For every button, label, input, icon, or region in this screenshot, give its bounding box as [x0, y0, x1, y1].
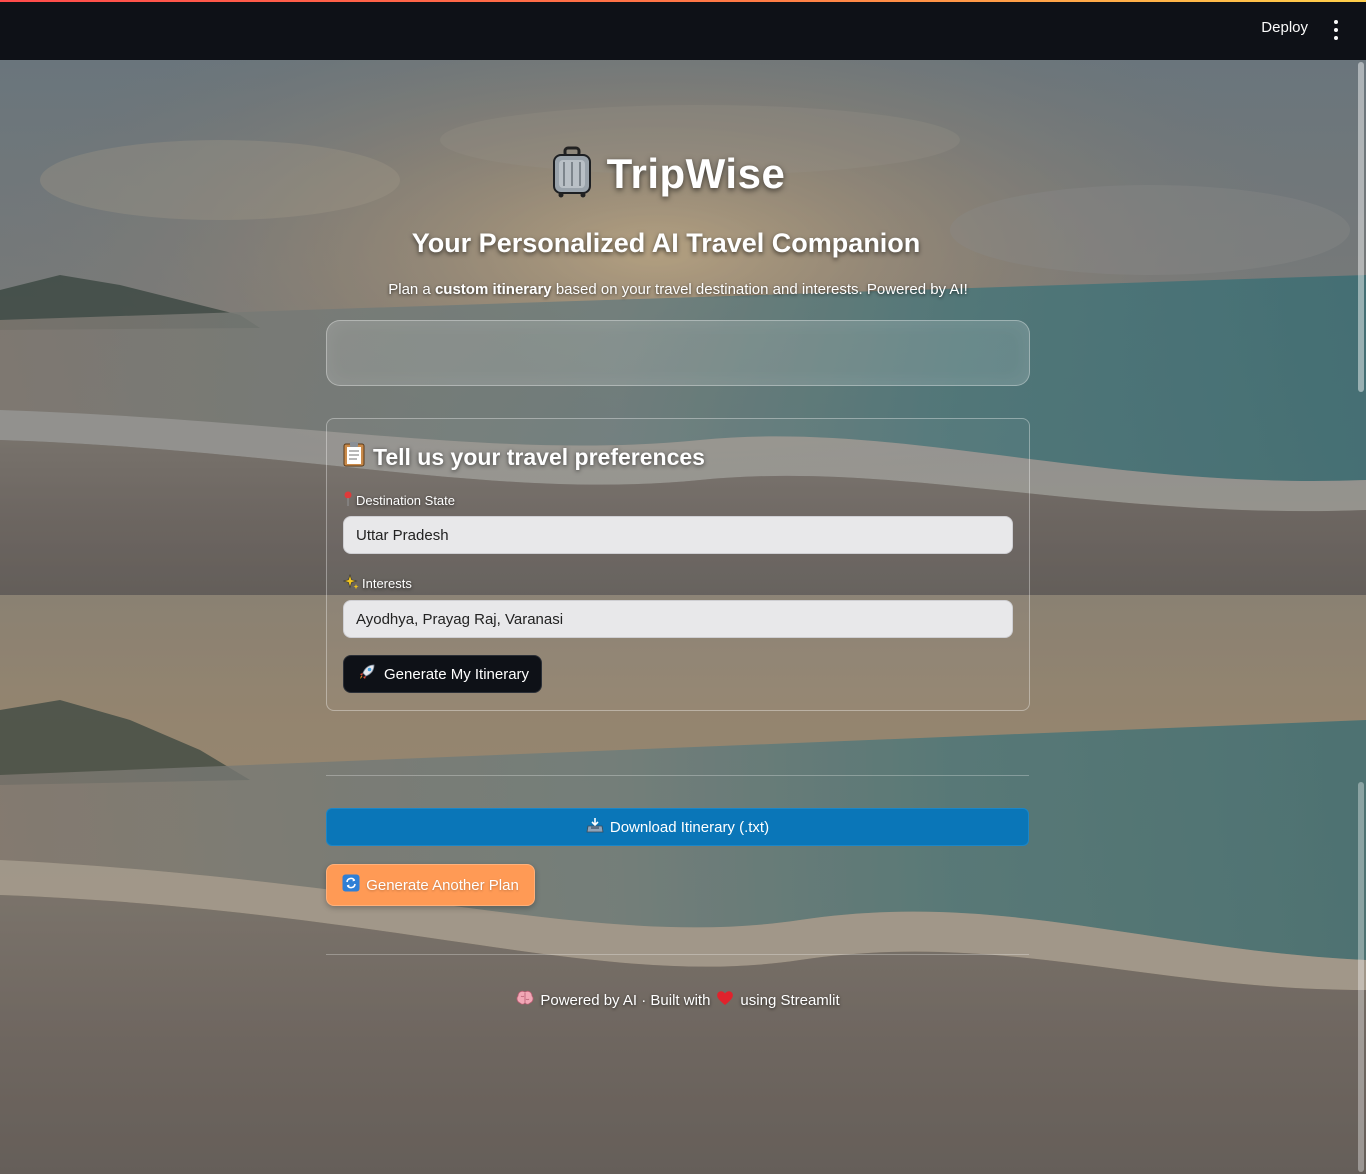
destination-label: Destination State [343, 491, 455, 510]
inbox-tray-icon [586, 817, 604, 837]
suitcase-icon [551, 146, 593, 202]
generate-another-plan-button[interactable]: Generate Another Plan [326, 864, 535, 906]
app-header: Deploy [0, 0, 1366, 60]
app-title: TripWise [606, 150, 786, 197]
main-content: TripWise Your Personalized AI Travel Com… [0, 0, 1366, 1174]
kebab-menu-icon[interactable] [1332, 20, 1340, 40]
brain-icon [516, 990, 534, 1010]
footer-text-after: using Streamlit [740, 991, 840, 1009]
interests-label-text: Interests [362, 576, 412, 591]
rocket-icon [358, 663, 376, 685]
tagline-bold: custom itinerary [434, 281, 552, 298]
divider-footer [326, 954, 1029, 955]
pin-icon [343, 491, 353, 510]
heart-icon [716, 990, 734, 1010]
download-itinerary-button[interactable]: Download Itinerary (.txt) [326, 808, 1029, 846]
app-subtitle: Your Personalized AI Travel Companion [411, 228, 921, 258]
glass-info-panel [326, 320, 1030, 386]
interests-label: Interests [342, 574, 412, 593]
form-heading-text: Tell us your travel preferences [373, 443, 705, 470]
destination-input[interactable] [343, 516, 1013, 554]
generate-itinerary-label: Generate My Itinerary [384, 665, 530, 683]
sparkles-icon [342, 574, 359, 593]
footer: Powered by AI · Built with using Streaml… [0, 990, 1356, 1010]
generate-another-plan-label: Generate Another Plan [366, 876, 519, 894]
deploy-button[interactable]: Deploy [1261, 19, 1308, 36]
tagline-suffix: based on your travel destination and int… [551, 281, 968, 298]
preferences-form: Tell us your travel preferences Destinat… [326, 418, 1030, 711]
tagline-prefix: Plan a [388, 281, 435, 298]
app-title-row: TripWise [0, 146, 1336, 202]
download-itinerary-label: Download Itinerary (.txt) [609, 818, 770, 836]
clipboard-icon [343, 441, 365, 473]
refresh-icon [342, 874, 360, 896]
form-heading: Tell us your travel preferences [343, 441, 705, 473]
divider [326, 775, 1029, 776]
interests-input[interactable] [343, 600, 1013, 638]
app-tagline: Plan a custom itinerary based on your tr… [0, 281, 1356, 298]
decoration-line [0, 0, 1366, 2]
footer-text-before: Powered by AI · Built with [540, 991, 711, 1009]
generate-itinerary-button[interactable]: Generate My Itinerary [343, 655, 543, 693]
destination-label-text: Destination State [356, 493, 456, 508]
